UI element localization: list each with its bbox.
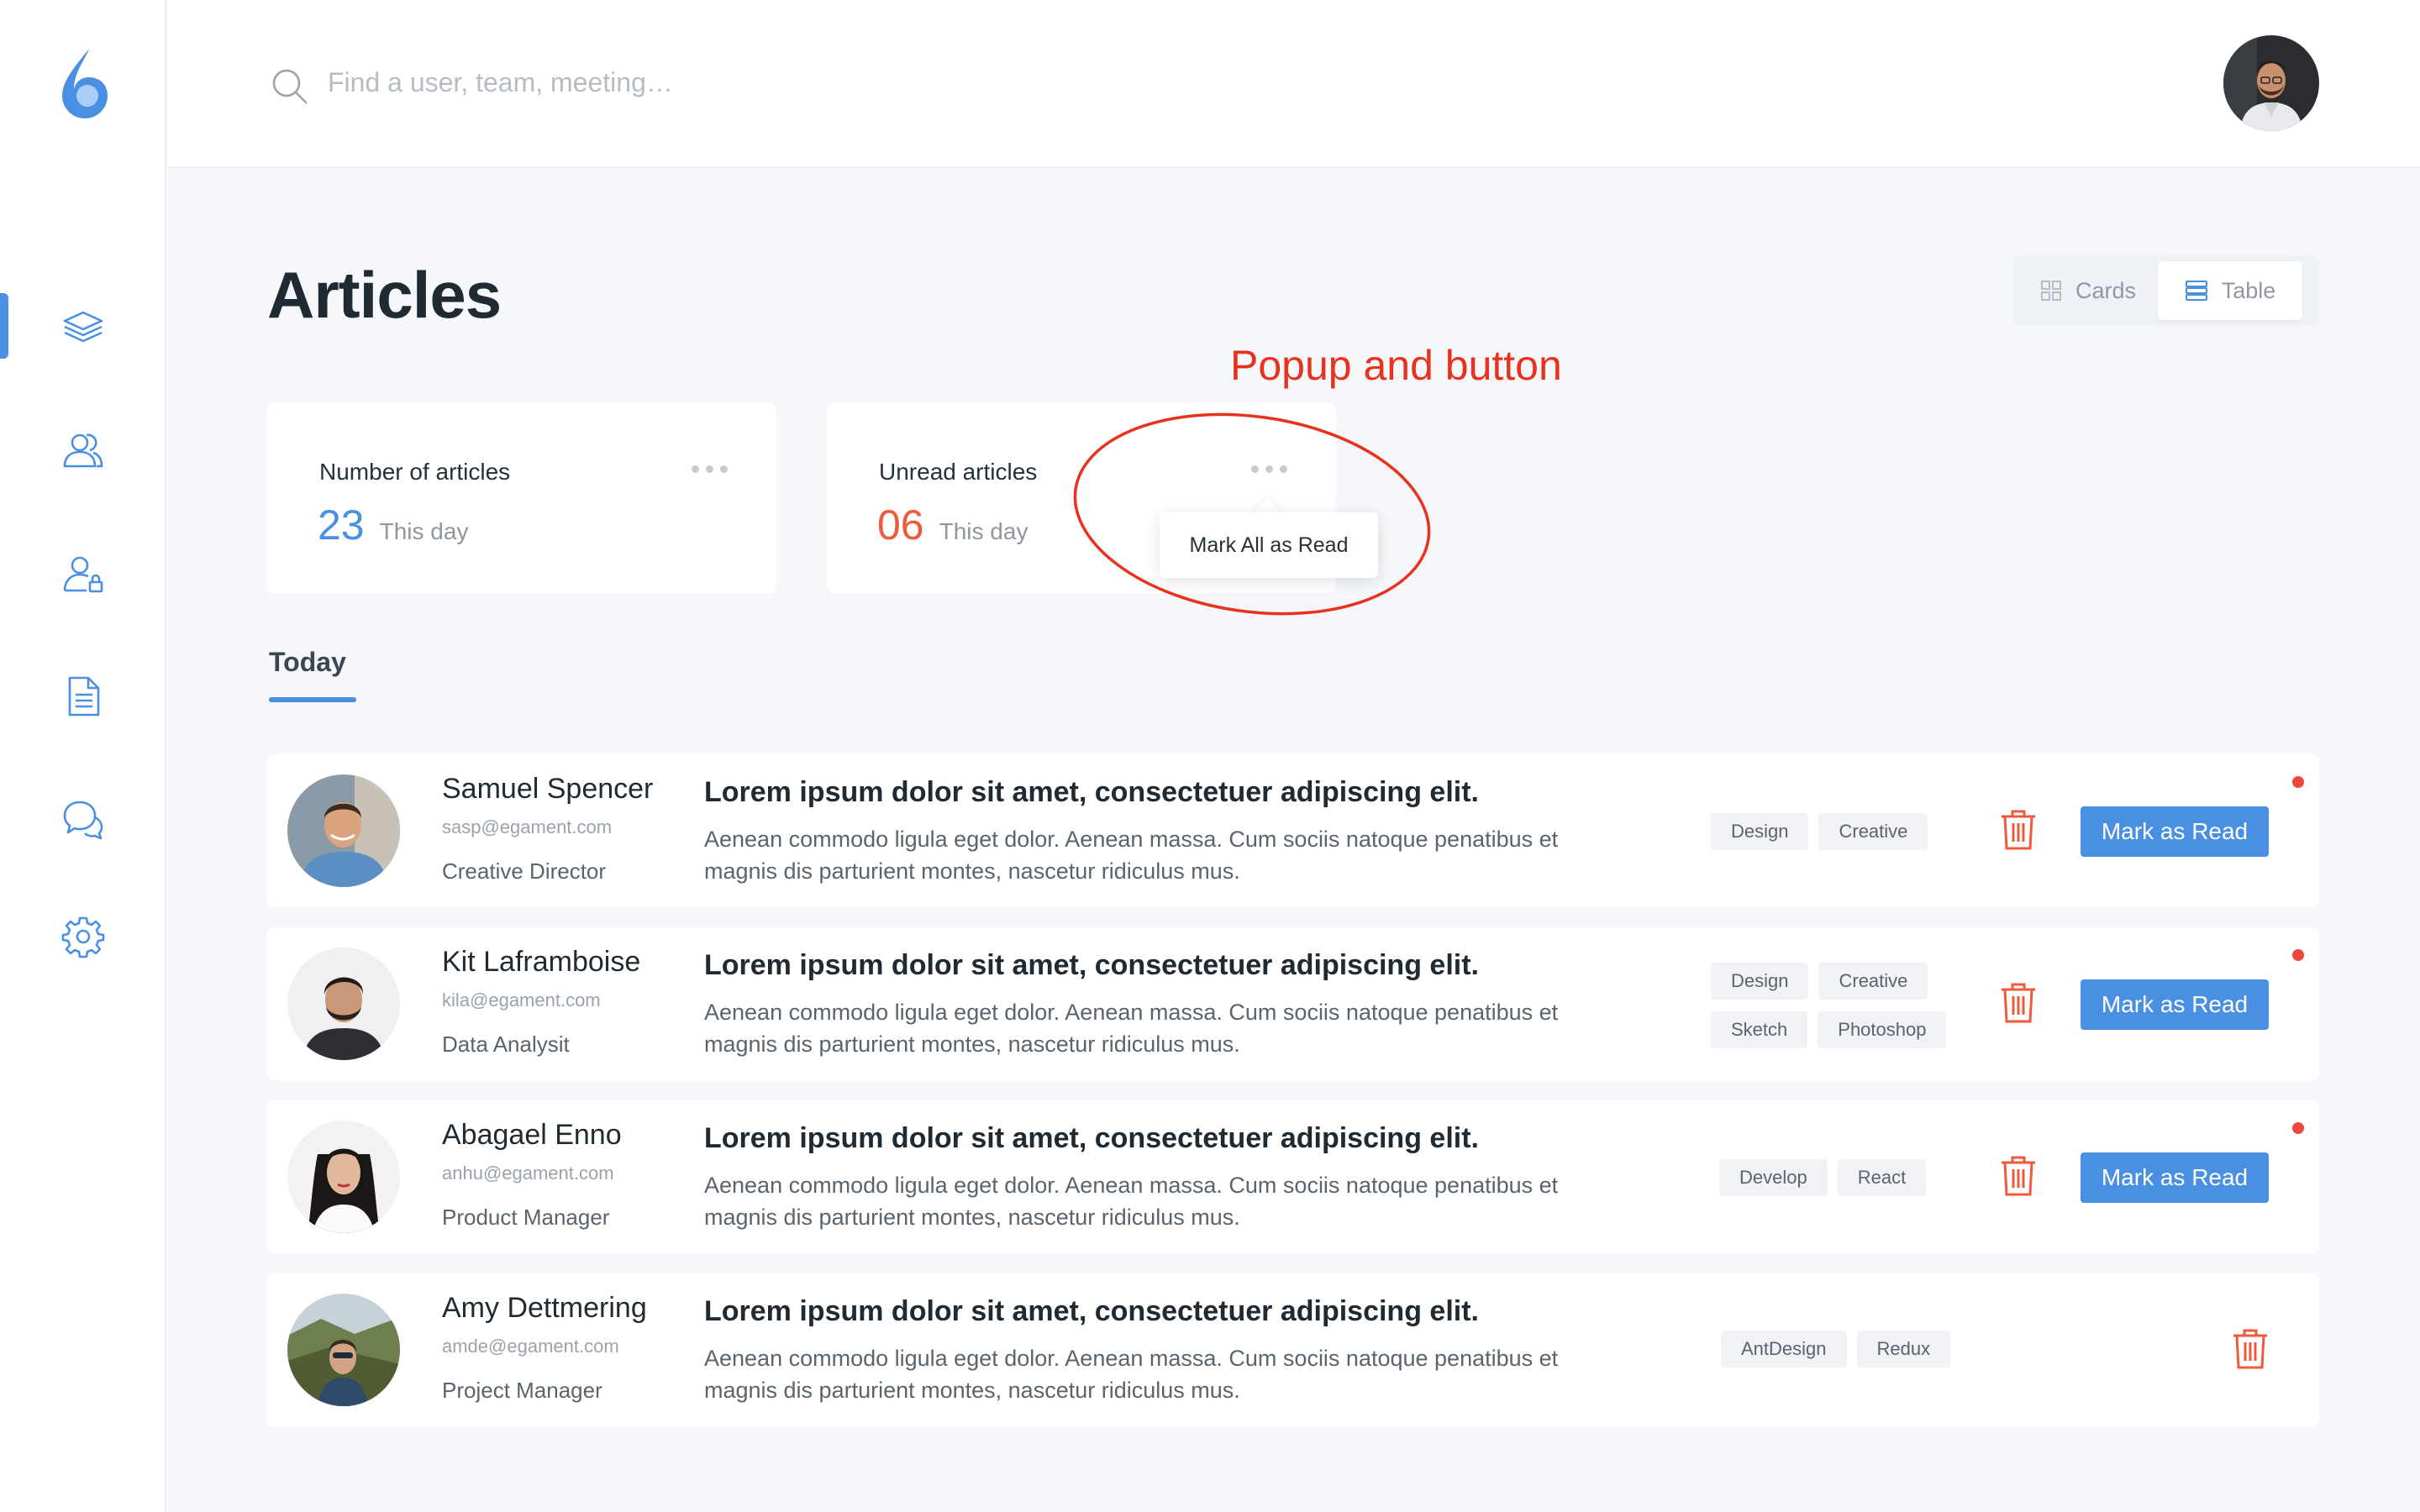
author-name[interactable]: Kit Laframboise [442, 946, 640, 979]
article-headline[interactable]: Lorem ipsum dolor sit amet, consectetuer… [704, 1122, 1479, 1155]
tag[interactable]: Develop [1719, 1159, 1828, 1196]
tag[interactable]: Photoshop [1818, 1011, 1947, 1048]
view-table-label: Table [2221, 277, 2276, 303]
sidebar-item-users[interactable] [0, 413, 166, 486]
gear-icon [61, 916, 105, 958]
avatar [287, 1121, 400, 1233]
annotation-ellipse [1073, 412, 1431, 616]
tag[interactable]: Design [1711, 813, 1809, 850]
tab-today[interactable]: Today [269, 647, 346, 678]
stat-subtitle: This day [939, 518, 1028, 544]
trash-icon[interactable] [1998, 1154, 2039, 1198]
author-role: Project Manager [442, 1378, 602, 1403]
stat-subtitle: This day [379, 518, 469, 544]
sidebar [0, 0, 166, 1512]
stat-number: 06 [877, 501, 924, 549]
trash-icon[interactable] [1998, 981, 2039, 1025]
unread-indicator [2292, 949, 2304, 961]
view-cards-button[interactable]: Cards [2018, 261, 2158, 320]
article-row[interactable]: Amy Dettmering amde@egament.com Project … [267, 1273, 2319, 1426]
list-icon [2185, 281, 2207, 301]
trash-icon[interactable] [2230, 1327, 2270, 1371]
tag[interactable]: Design [1711, 963, 1809, 1000]
author-email: amde@egament.com [442, 1336, 619, 1357]
article-body: Aenean commodo ligula eget dolor. Aenean… [704, 827, 1559, 884]
tag-list: Design Creative [1711, 813, 1928, 850]
active-indicator [0, 293, 8, 359]
logo-icon[interactable] [55, 45, 114, 121]
user-avatar[interactable] [2223, 35, 2319, 131]
author-role: Creative Director [442, 858, 607, 884]
search-input[interactable] [328, 55, 1084, 109]
tag[interactable]: AntDesign [1721, 1331, 1847, 1368]
view-table-button[interactable]: Table [2158, 261, 2302, 320]
article-headline[interactable]: Lorem ipsum dolor sit amet, consectetuer… [704, 776, 1479, 809]
avatar-image [2223, 35, 2319, 131]
users-icon [63, 433, 103, 468]
user-lock-icon [63, 556, 103, 593]
stat-title: Unread articles [879, 459, 1038, 485]
annotation-label: Popup and button [1230, 342, 1562, 389]
mark-as-read-button[interactable]: Mark as Read [2081, 806, 2269, 857]
sidebar-item-user-security[interactable] [0, 538, 166, 610]
mark-as-read-button[interactable]: Mark as Read [2081, 1152, 2269, 1203]
document-icon [68, 676, 100, 717]
article-row[interactable]: Kit Laframboise kila@egament.com Data An… [267, 927, 2319, 1080]
stat-card-articles: Number of articles 23 This day [267, 403, 776, 593]
article-body: Aenean commodo ligula eget dolor. Aenean… [704, 1346, 1559, 1403]
stat-value-group: 23 This day [318, 501, 468, 549]
tag-list: Develop React [1719, 1159, 1927, 1196]
unread-indicator [2292, 1122, 2304, 1134]
tag[interactable]: Redux [1856, 1331, 1951, 1368]
author-name[interactable]: Abagael Enno [442, 1119, 622, 1152]
chat-icon [63, 801, 103, 840]
tag-list: AntDesign Redux [1721, 1331, 1951, 1368]
tag[interactable]: Sketch [1711, 1011, 1808, 1048]
avatar [287, 1294, 400, 1406]
stat-value-group: 06 This day [877, 501, 1028, 549]
author-role: Data Analysit [442, 1032, 570, 1057]
avatar [287, 948, 400, 1060]
stat-title: Number of articles [319, 459, 511, 485]
trash-icon[interactable] [1998, 808, 2039, 852]
tag[interactable]: Creative [1818, 813, 1928, 850]
page-title: Articles [267, 258, 502, 332]
view-toggle: Cards Table [2013, 255, 2319, 326]
stat-number: 23 [318, 501, 365, 549]
grid-icon [2040, 281, 2061, 301]
author-email: sasp@egament.com [442, 816, 613, 837]
article-headline[interactable]: Lorem ipsum dolor sit amet, consectetuer… [704, 949, 1479, 982]
author-name[interactable]: Amy Dettmering [442, 1292, 647, 1325]
article-row[interactable]: Samuel Spencer sasp@egament.com Creative… [267, 754, 2319, 907]
author-name[interactable]: Samuel Spencer [442, 773, 653, 806]
article-body: Aenean commodo ligula eget dolor. Aenean… [704, 1000, 1559, 1057]
tag-list: Design Creative Sketch Photoshop [1711, 963, 1980, 1048]
sidebar-item-documents[interactable] [0, 660, 166, 732]
top-header [168, 0, 2420, 168]
sidebar-item-layers[interactable] [0, 290, 166, 362]
author-email: kila@egament.com [442, 990, 601, 1011]
layers-icon [63, 311, 103, 343]
tag[interactable]: Creative [1818, 963, 1928, 1000]
view-cards-label: Cards [2075, 277, 2137, 303]
sidebar-item-settings[interactable] [0, 900, 166, 973]
tab-active-underline [269, 697, 356, 702]
mark-as-read-button[interactable]: Mark as Read [2081, 979, 2269, 1030]
author-email: anhu@egament.com [442, 1163, 614, 1184]
search-icon [272, 69, 308, 104]
unread-indicator [2292, 776, 2304, 788]
article-body: Aenean commodo ligula eget dolor. Aenean… [704, 1173, 1559, 1230]
article-headline[interactable]: Lorem ipsum dolor sit amet, consectetuer… [704, 1295, 1479, 1328]
avatar [287, 774, 400, 887]
more-icon[interactable] [692, 465, 728, 473]
sidebar-item-chat[interactable] [0, 783, 166, 855]
tag[interactable]: React [1837, 1159, 1927, 1196]
author-role: Product Manager [442, 1205, 610, 1230]
article-row[interactable]: Abagael Enno anhu@egament.com Product Ma… [267, 1100, 2319, 1253]
